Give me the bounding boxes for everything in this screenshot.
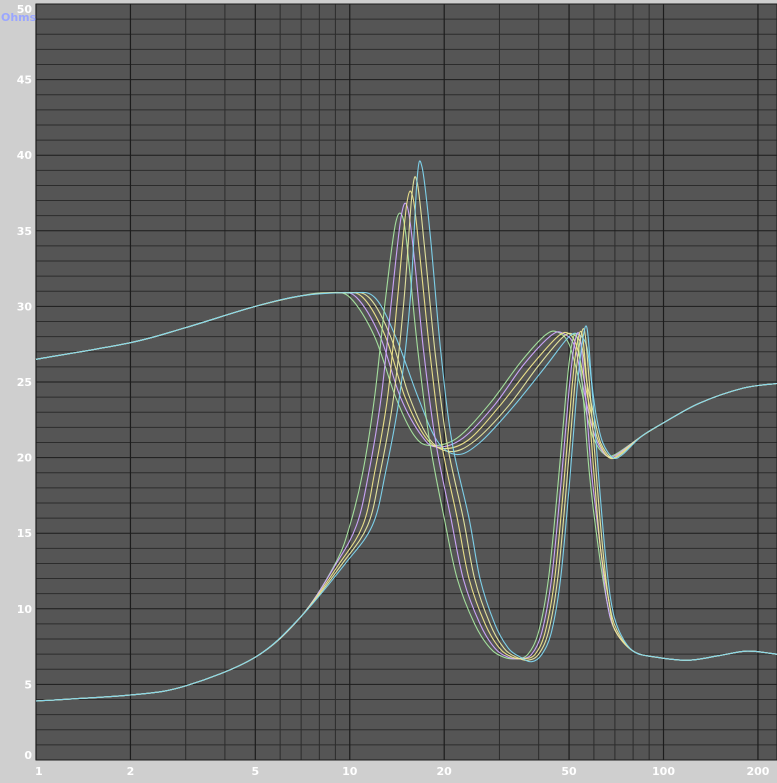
x-tick-label: 10 (342, 765, 358, 778)
chart-svg: 05101520253035404550 1 2 5 10 20 50 100 200 Ohm… (0, 0, 777, 779)
y-tick-label: 5 (24, 678, 32, 691)
y-tick-label: 35 (17, 225, 32, 238)
x-tick-label: 2 (127, 765, 135, 778)
x-tick-label: 1 (35, 765, 43, 778)
y-tick-label: 40 (17, 149, 33, 162)
x-tick-label: 200 (746, 765, 769, 778)
x-tick-label: 20 (437, 765, 453, 778)
y-tick-label: 25 (17, 376, 32, 389)
y-tick-label: 0 (24, 749, 32, 762)
y-tick-label: 10 (17, 603, 33, 616)
x-tick-label: 5 (251, 765, 259, 778)
y-tick-label: 20 (17, 452, 33, 465)
y-axis-label: Ohms (1, 11, 37, 24)
x-tick-label: 50 (561, 765, 577, 778)
y-tick-label: 15 (17, 527, 32, 540)
y-tick-label: 30 (17, 300, 33, 313)
impedance-chart: 0 5 10 15 20 25 30 35 40 45 50 1 2 5 10 20 50 100 200 Ohm… (0, 0, 777, 779)
x-tick-label: 100 (652, 765, 675, 778)
y-tick-label: 45 (17, 74, 32, 87)
